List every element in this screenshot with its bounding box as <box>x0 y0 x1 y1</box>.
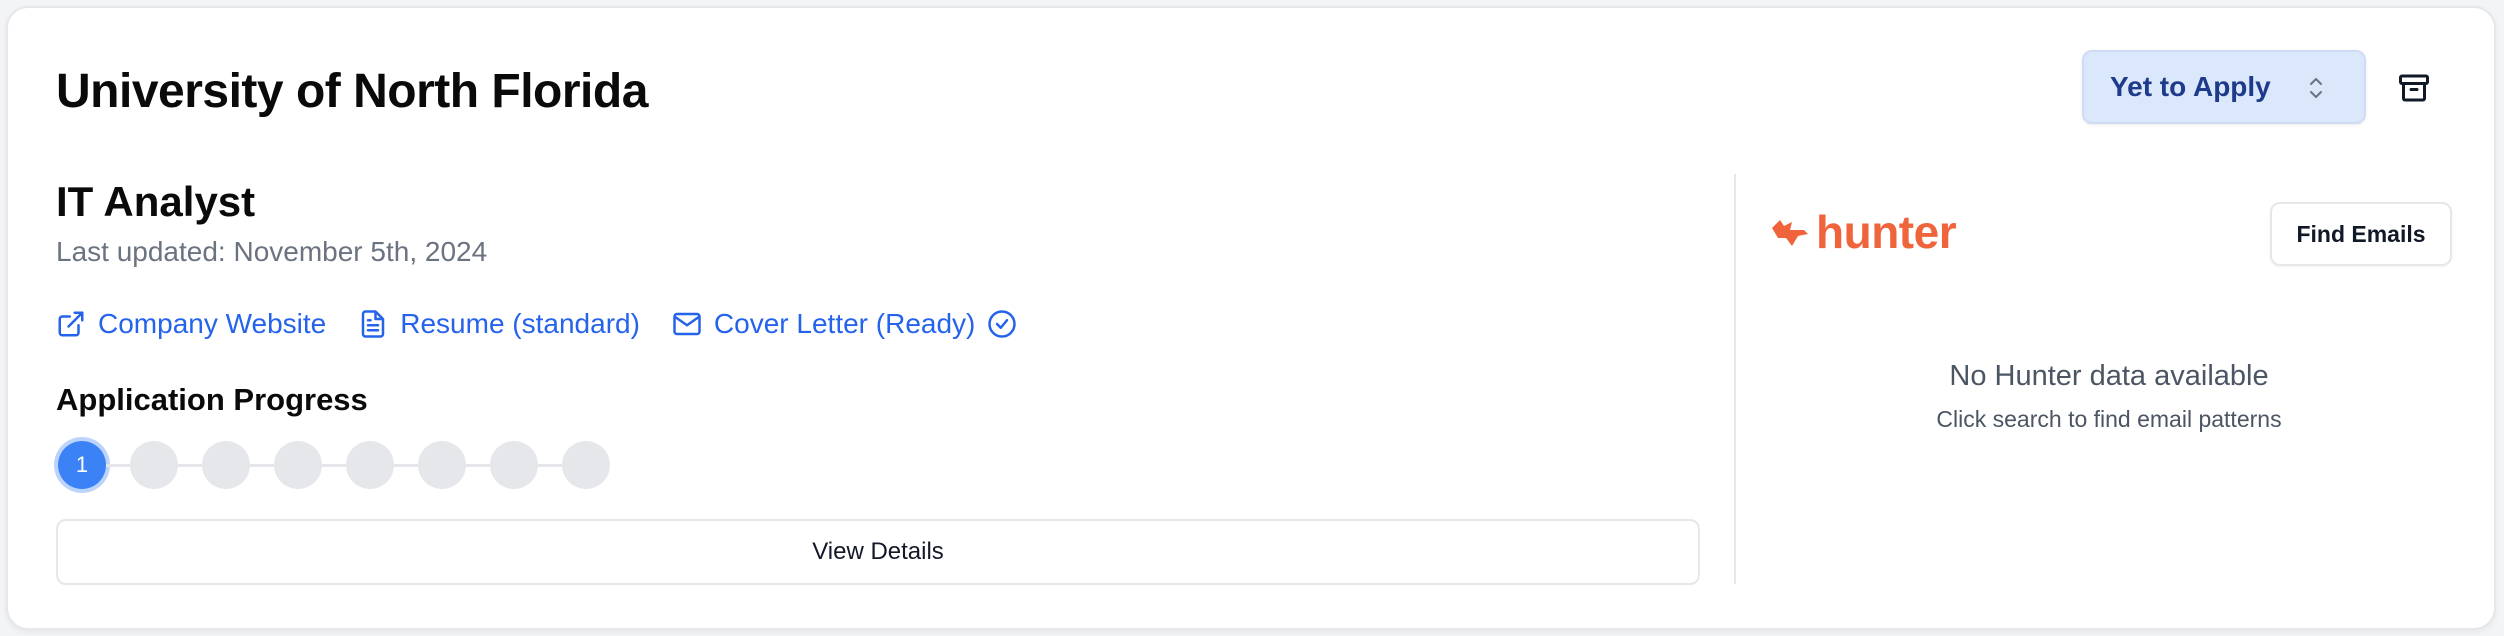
column-divider <box>1734 174 1736 584</box>
company-website-label: Company Website <box>98 308 327 339</box>
external-link-icon <box>58 311 84 337</box>
progress-steps: 1 <box>58 440 610 490</box>
resume-link[interactable]: Resume (standard) <box>358 308 640 340</box>
progress-step[interactable] <box>418 441 466 489</box>
cover-letter-label: Cover Letter (Ready) <box>713 308 976 339</box>
hunter-logo: hunter <box>1770 202 1957 262</box>
document-icon <box>362 310 385 338</box>
progress-title: Application Progress <box>56 382 368 417</box>
last-updated: Last updated: November 5th, 2024 <box>56 236 488 267</box>
fox-icon <box>1772 220 1808 246</box>
archive-icon[interactable] <box>2396 70 2432 106</box>
progress-step[interactable] <box>562 441 610 489</box>
progress-step[interactable]: 1 <box>58 441 106 489</box>
progress-step[interactable] <box>490 441 538 489</box>
step-connector <box>538 463 562 467</box>
job-links: Company Website Resume (standard) Cover … <box>56 302 1017 346</box>
step-connector <box>178 463 202 467</box>
step-connector <box>106 463 130 467</box>
cover-letter-link[interactable]: Cover Letter (Ready) <box>672 308 1017 340</box>
progress-step[interactable] <box>346 441 394 489</box>
hunter-empty-subtitle: Click search to find email patterns <box>1936 406 2282 432</box>
step-connector <box>322 463 346 467</box>
hunter-empty-title: No Hunter data available <box>1949 360 2269 392</box>
chevron-up-down-icon <box>2310 78 2322 98</box>
progress-step[interactable] <box>274 441 322 489</box>
progress-step[interactable] <box>130 441 178 489</box>
step-connector <box>466 463 490 467</box>
view-details-button[interactable]: View Details <box>56 519 1700 585</box>
check-circle-icon <box>988 310 1017 338</box>
resume-label: Resume (standard) <box>400 308 640 339</box>
job-title: IT Analyst <box>56 178 256 225</box>
company-website-link[interactable]: Company Website <box>56 308 326 340</box>
step-connector <box>250 463 274 467</box>
hunter-logo-text: hunter <box>1816 206 1957 258</box>
progress-step[interactable] <box>202 441 250 489</box>
step-connector <box>394 463 418 467</box>
company-title: University of North Florida <box>56 65 648 118</box>
find-emails-button[interactable]: Find Emails <box>2270 202 2452 266</box>
status-select[interactable]: Yet to Apply <box>2082 50 2366 124</box>
mail-icon <box>673 312 701 336</box>
status-select-value: Yet to Apply <box>2110 71 2271 102</box>
application-card: University of North Florida Yet to Apply… <box>6 6 2496 630</box>
